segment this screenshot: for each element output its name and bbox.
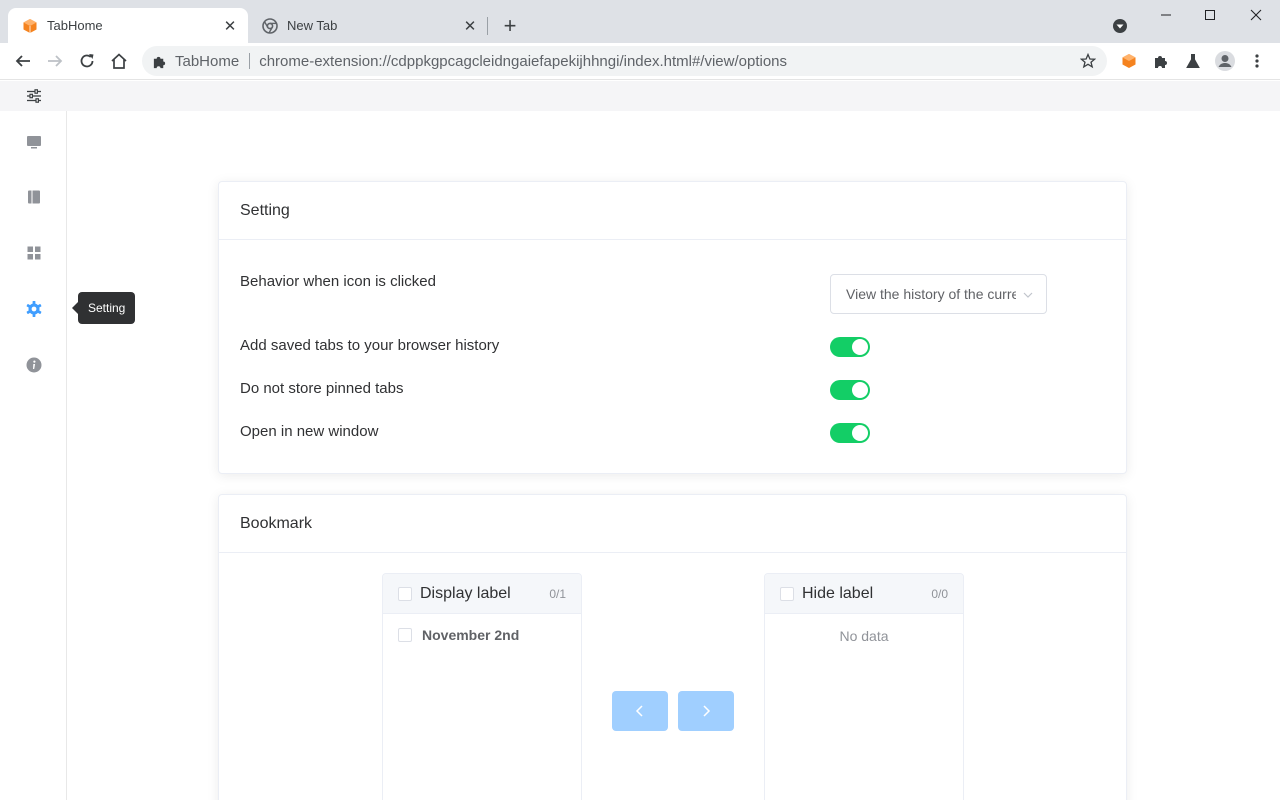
move-left-button[interactable] [612, 691, 668, 731]
bookmark-star-icon[interactable] [1079, 52, 1097, 70]
tab-tabhome[interactable]: TabHome ✕ [8, 8, 248, 43]
window-close-icon[interactable] [1244, 4, 1268, 26]
bookmark-card-title: Bookmark [219, 495, 1126, 553]
reload-icon[interactable] [75, 49, 99, 73]
behavior-select[interactable]: View the history of the current window [830, 274, 1047, 314]
panel-header: Display label 0/1 [383, 574, 581, 614]
home-icon[interactable] [107, 49, 131, 73]
chevron-down-icon [1022, 288, 1034, 300]
tab-strip: TabHome ✕ New Tab ✕ + [0, 0, 1280, 43]
extensions-puzzle-icon[interactable] [1149, 49, 1173, 73]
move-right-button[interactable] [678, 691, 734, 731]
forward-icon[interactable] [43, 49, 67, 73]
behavior-label: Behavior when icon is clicked [240, 273, 436, 290]
switch-knob [852, 425, 868, 441]
select-all-checkbox[interactable] [398, 586, 412, 601]
switch-knob [852, 382, 868, 398]
tab-separator [487, 17, 488, 35]
profile-avatar-icon[interactable] [1213, 49, 1237, 73]
monitor-icon[interactable] [25, 133, 43, 151]
toggle-label-history: Add saved tabs to your browser history [240, 337, 500, 354]
minimize-icon[interactable] [1154, 4, 1178, 26]
panel-count: 0/1 [549, 587, 566, 601]
tabhome-logo-icon [22, 18, 38, 34]
display-label-panel: Display label 0/1 November 2nd [382, 573, 582, 800]
sliders-menu-icon[interactable] [26, 88, 42, 104]
tab-title: New Tab [287, 18, 338, 33]
chrome-icon [262, 17, 278, 34]
toggle-label-pinned: Do not store pinned tabs [240, 380, 404, 397]
toggle-history-switch[interactable] [830, 337, 870, 357]
item-checkbox[interactable] [398, 628, 412, 642]
browser-toolbar: TabHome chrome-extension://cdppkgpcagcle… [0, 43, 1280, 80]
app-topbar [0, 81, 1280, 111]
list-item-label: November 2nd [422, 627, 520, 643]
setting-card: Setting Behavior when icon is clicked Vi… [218, 181, 1127, 474]
tab-title: TabHome [47, 18, 103, 33]
toggle-label-new-window: Open in new window [240, 423, 379, 440]
bookmark-card: Bookmark Display label 0/1 November 2nd … [218, 494, 1127, 800]
tabhome-extension-icon[interactable] [1117, 49, 1141, 73]
behavior-select-value: View the history of the current window [846, 286, 1016, 302]
switch-knob [852, 339, 868, 355]
more-menu-icon[interactable] [1245, 49, 1269, 73]
labs-flask-icon[interactable] [1181, 49, 1205, 73]
new-tab-button[interactable]: + [500, 15, 520, 37]
setting-card-title: Setting [219, 182, 1126, 240]
extension-puzzle-icon [152, 53, 168, 69]
book-icon[interactable] [25, 188, 43, 206]
site-name: TabHome [175, 52, 240, 70]
panel-title: Hide label [802, 584, 874, 602]
hide-label-panel: Hide label 0/0 No data [764, 573, 964, 800]
empty-state-text: No data [839, 628, 889, 644]
panel-header: Hide label 0/0 [765, 574, 963, 614]
tab-new-tab[interactable]: New Tab ✕ [248, 8, 488, 43]
address-bar[interactable]: TabHome chrome-extension://cdppkgpcagcle… [142, 46, 1107, 76]
panel-title: Display label [420, 584, 511, 602]
toggle-pinned-switch[interactable] [830, 380, 870, 400]
sidebar [0, 111, 67, 800]
panel-count: 0/0 [931, 587, 948, 601]
select-all-checkbox[interactable] [780, 586, 794, 601]
toggle-new-window-switch[interactable] [830, 423, 870, 443]
close-icon[interactable]: ✕ [462, 18, 478, 35]
maximize-icon[interactable] [1198, 4, 1222, 26]
grid-icon[interactable] [25, 244, 43, 262]
close-icon[interactable]: ✕ [222, 18, 238, 35]
gear-icon[interactable] [25, 300, 43, 318]
back-icon[interactable] [11, 49, 35, 73]
info-icon[interactable] [25, 356, 43, 374]
list-item[interactable]: November 2nd [383, 620, 581, 650]
divider [249, 53, 251, 69]
setting-tooltip: Setting [71, 292, 136, 324]
tab-search-icon[interactable] [1110, 16, 1130, 36]
url-text: chrome-extension://cdppkgpcagcleidngaief… [259, 52, 788, 70]
